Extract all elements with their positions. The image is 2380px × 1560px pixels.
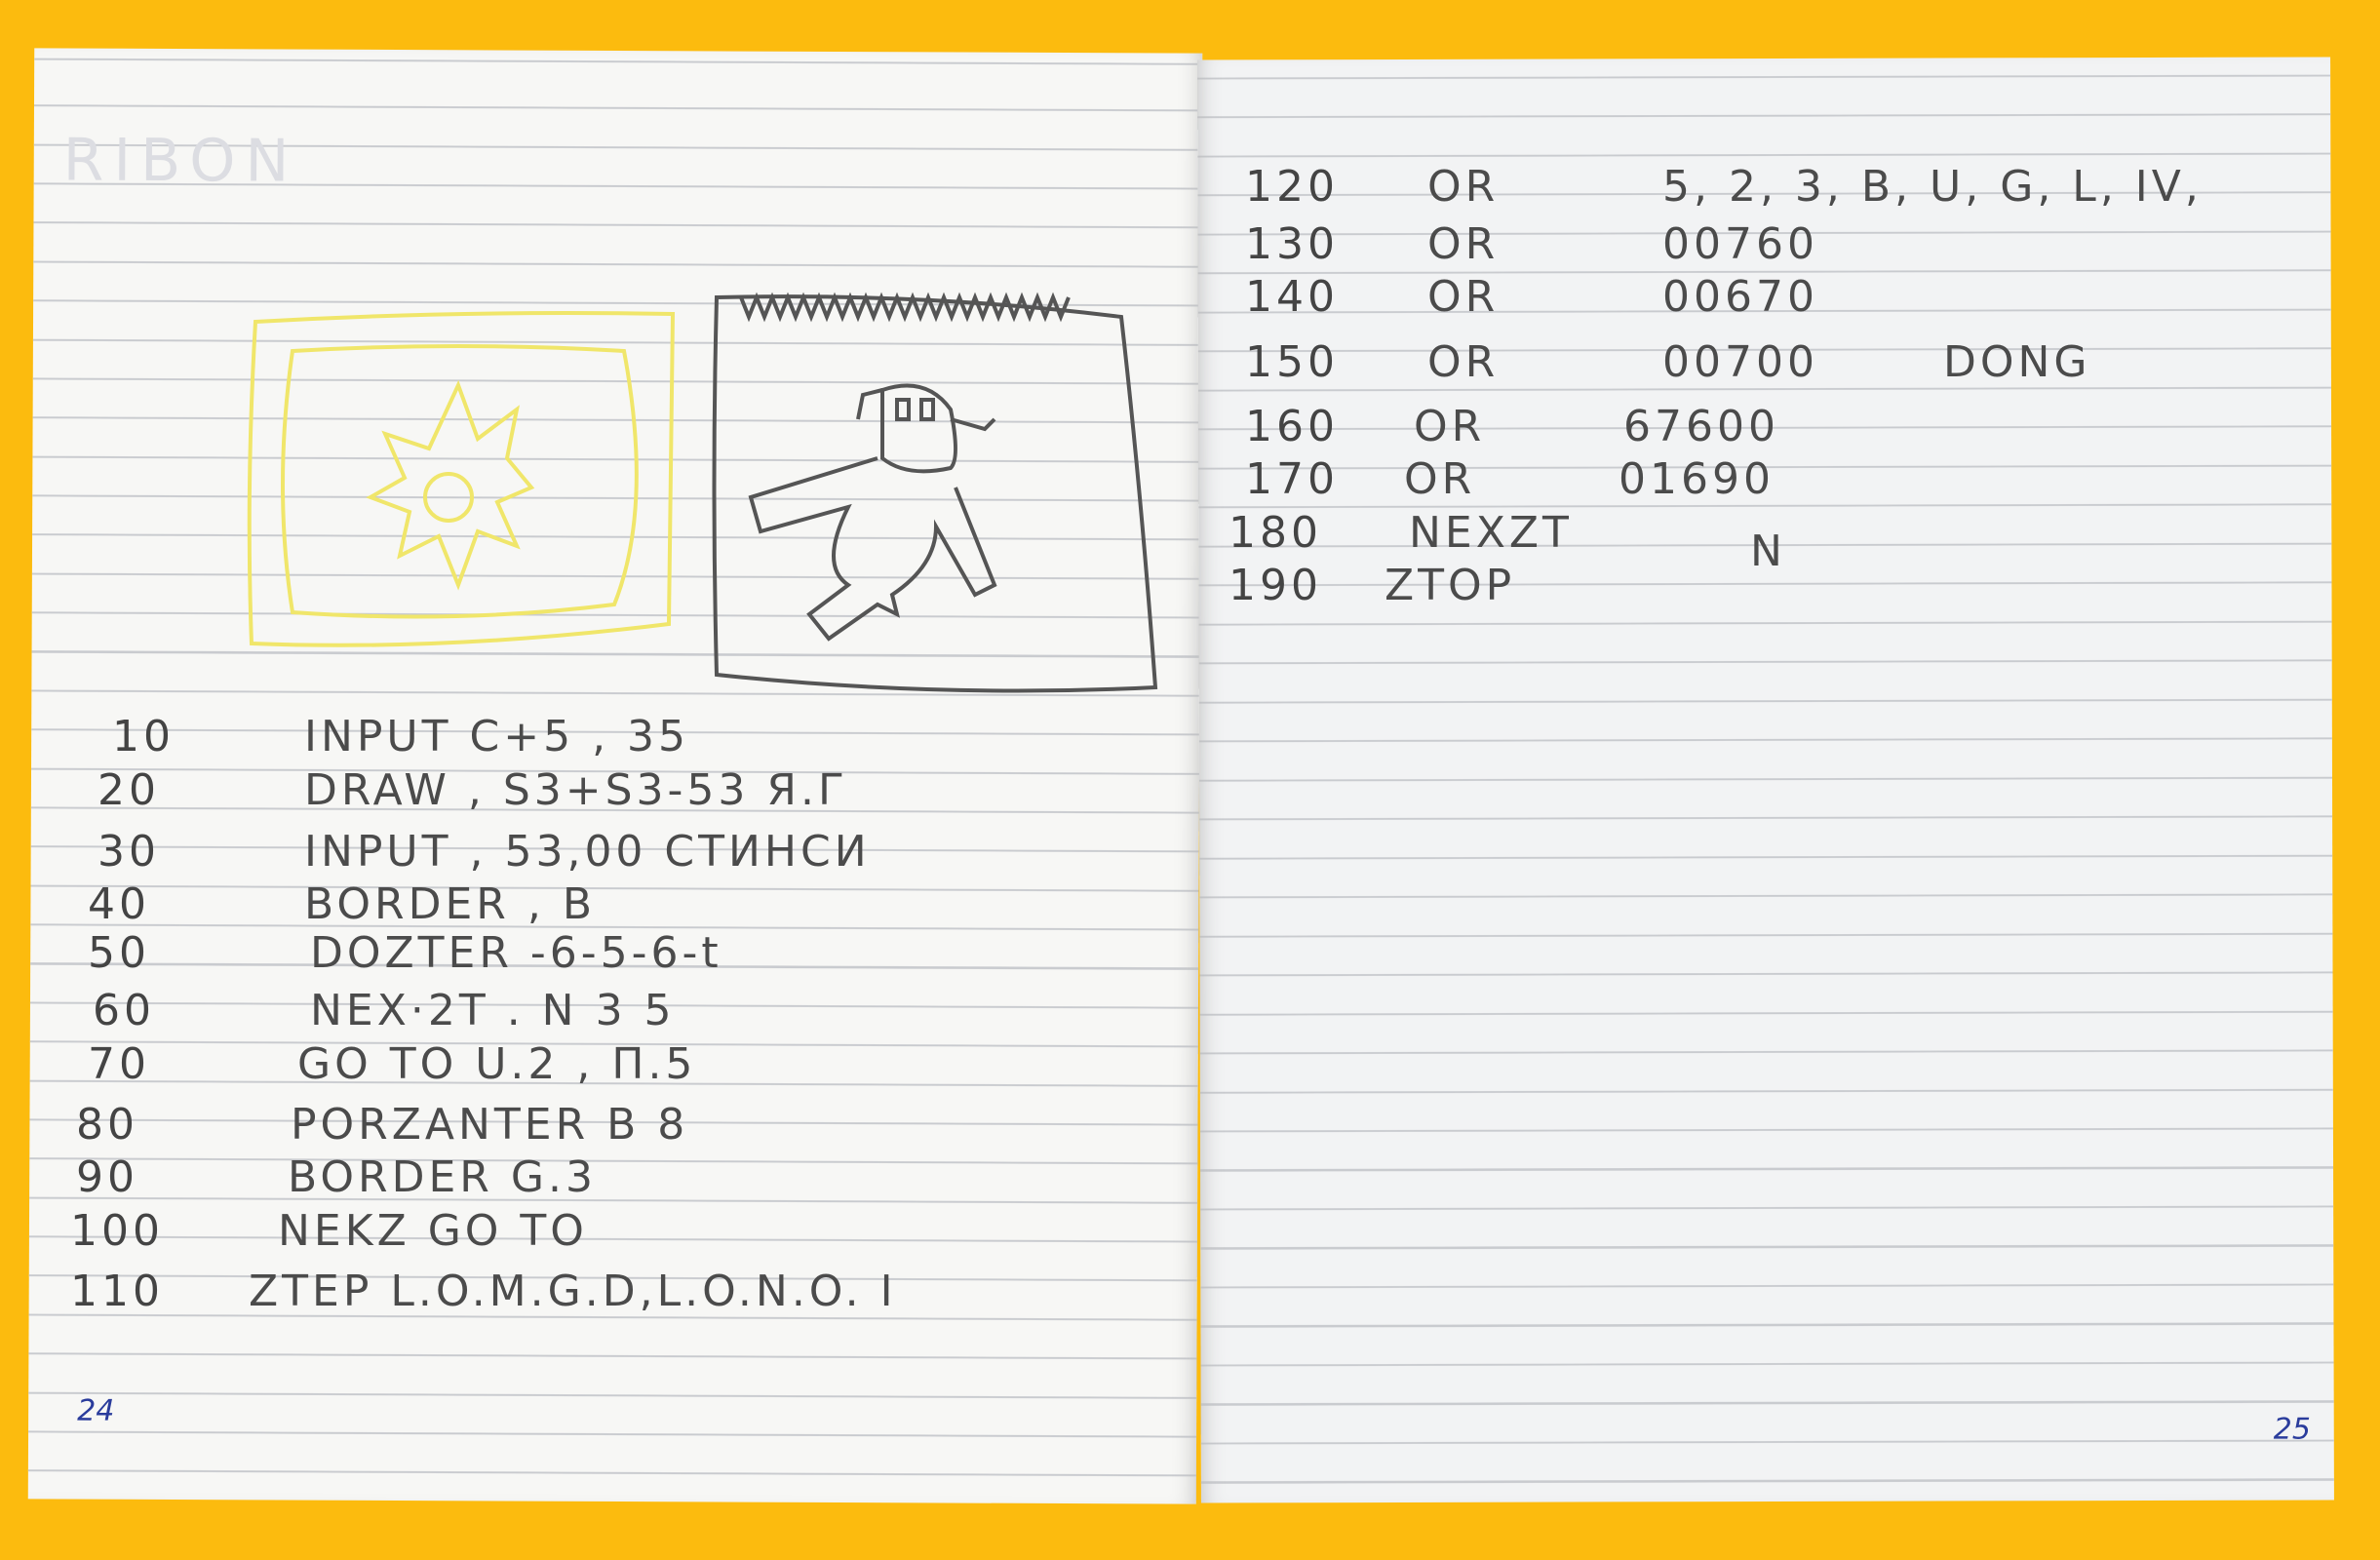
code-op: NEXZT: [1409, 508, 1573, 558]
code-value: 00670: [1662, 272, 1818, 322]
code-value: 00700: [1662, 337, 1818, 387]
line-number: 10: [112, 712, 175, 761]
code-op: OR: [1427, 272, 1500, 322]
line-number: 30: [98, 827, 160, 877]
code-value: 5, 2, 3, B, U, G, L, IV,: [1662, 162, 2203, 212]
line-number: 160: [1245, 402, 1339, 451]
yellow-explosion-sketch: [247, 311, 676, 647]
code-text: NEX·2T . N 3 5: [310, 986, 676, 1035]
line-number: 130: [1245, 219, 1339, 269]
code-op: OR: [1427, 337, 1500, 387]
code-text: DRAW , S3+S3-53 Я.Г: [304, 765, 848, 815]
code-text: INPUT , 53,00 СТИНСИ: [304, 827, 871, 877]
line-number: 150: [1245, 337, 1339, 387]
code-value: 01690: [1619, 454, 1775, 504]
code-text: INPUT C+5 , 35: [304, 712, 690, 761]
code-op: OR: [1404, 454, 1476, 504]
code-text: ZTEP L.O.M.G.D,L.O.N.O. I: [249, 1267, 897, 1316]
line-number: 40: [88, 879, 150, 929]
code-text: BORDER G.3: [288, 1152, 597, 1202]
code-op: OR: [1427, 162, 1500, 212]
code-text: PORZANTER B 8: [291, 1100, 689, 1150]
code-op: OR: [1414, 402, 1486, 451]
line-number: 90: [76, 1152, 138, 1202]
line-number: 80: [76, 1100, 138, 1150]
code-text: NEKZ GO TO: [278, 1206, 588, 1256]
line-number: 180: [1229, 508, 1322, 558]
robot-figure-sketch: [712, 292, 1158, 693]
code-note: DONG: [1943, 337, 2091, 387]
code-value: 67600: [1623, 402, 1779, 451]
code-text: BORDER , B: [304, 879, 597, 929]
code-value: 00760: [1662, 219, 1818, 269]
line-number: 170: [1245, 454, 1339, 504]
code-value: N: [1750, 526, 1786, 576]
line-number: 120: [1245, 162, 1339, 212]
code-text: DOZTER -6-5-6-t: [310, 928, 722, 978]
code-op: OR: [1427, 219, 1500, 269]
line-number: 50: [88, 928, 150, 978]
line-number: 110: [70, 1267, 164, 1316]
code-text: GO TO U.2 , П.5: [297, 1039, 697, 1089]
line-number: 70: [88, 1039, 150, 1089]
line-number: 140: [1245, 272, 1339, 322]
line-number: 20: [98, 765, 160, 815]
line-number: 190: [1229, 561, 1322, 610]
line-number: 100: [70, 1206, 164, 1256]
code-op: ZTOP: [1385, 561, 1516, 610]
line-number: 60: [93, 986, 155, 1035]
